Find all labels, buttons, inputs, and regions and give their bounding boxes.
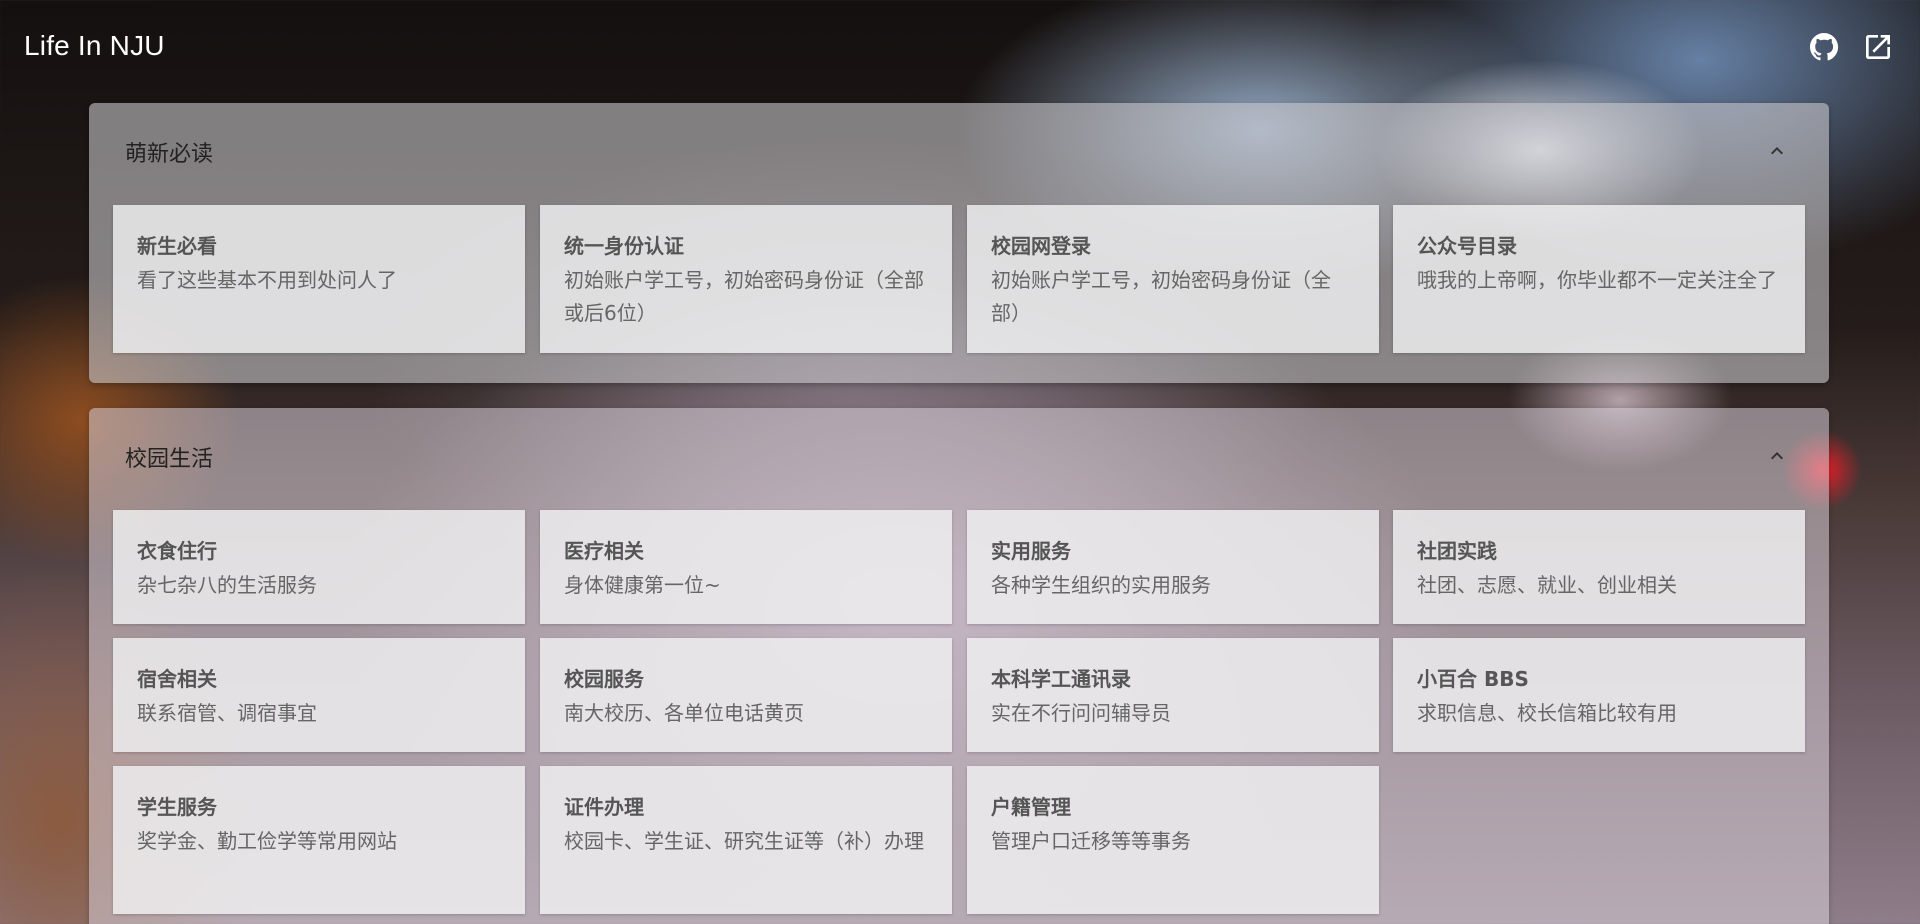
card-title: 宿舍相关 xyxy=(137,667,217,691)
card-description: 求职信息、校长信箱比较有用 xyxy=(1417,701,1677,725)
top-app-bar: Life In NJU xyxy=(0,0,1920,96)
card-description: 身体健康第一位~ xyxy=(564,573,721,597)
card-student-services[interactable]: 学生服务 奖学金、勤工俭学等常用网站 xyxy=(113,766,525,914)
card-title: 统一身份认证 xyxy=(564,234,684,258)
card-title: 小百合 BBS xyxy=(1417,667,1529,691)
card-student-affairs-directory[interactable]: 本科学工通讯录 实在不行问问辅导员 xyxy=(967,638,1379,752)
card-household-registration[interactable]: 户籍管理 管理户口迁移等等事务 xyxy=(967,766,1379,914)
card-description: 管理户口迁移等等事务 xyxy=(991,829,1191,853)
card-lily-bbs[interactable]: 小百合 BBS 求职信息、校长信箱比较有用 xyxy=(1393,638,1805,752)
card-dormitory[interactable]: 宿舍相关 联系宿管、调宿事宜 xyxy=(113,638,525,752)
external-link-icon[interactable] xyxy=(1862,31,1894,63)
card-description: 奖学金、勤工俭学等常用网站 xyxy=(137,829,397,853)
card-description: 杂七杂八的生活服务 xyxy=(137,573,317,597)
card-medical[interactable]: 医疗相关 身体健康第一位~ xyxy=(540,510,952,624)
card-title: 学生服务 xyxy=(137,795,217,819)
card-description: 实在不行问问辅导员 xyxy=(991,701,1171,725)
card-title: 校园网登录 xyxy=(991,234,1091,258)
section-title: 萌新必读 xyxy=(125,142,214,167)
card-practical-services[interactable]: 实用服务 各种学生组织的实用服务 xyxy=(967,510,1379,624)
card-official-accounts[interactable]: 公众号目录 哦我的上帝啊，你毕业都不一定关注全了 xyxy=(1393,205,1805,353)
section-panel-campus-life: 校园生活 衣食住行 杂七杂八的生活服务 医疗相关 身体健康第一位~ 实用服务 各… xyxy=(89,408,1829,924)
card-description: 初始账户学工号，初始密码身份证（全部或后6位） xyxy=(564,268,924,325)
card-id-documents[interactable]: 证件办理 校园卡、学生证、研究生证等（补）办理 xyxy=(540,766,952,914)
card-campus-services[interactable]: 校园服务 南大校历、各单位电话黄页 xyxy=(540,638,952,752)
card-description: 哦我的上帝啊，你毕业都不一定关注全了 xyxy=(1417,268,1777,292)
card-description: 初始账户学工号，初始密码身份证（全部） xyxy=(991,268,1331,325)
section-title: 校园生活 xyxy=(125,447,214,472)
section-header[interactable]: 校园生活 xyxy=(89,408,1829,504)
card-title: 校园服务 xyxy=(564,667,644,691)
card-title: 新生必看 xyxy=(137,234,217,258)
card-clubs-practice[interactable]: 社团实践 社团、志愿、就业、创业相关 xyxy=(1393,510,1805,624)
card-title: 本科学工通讯录 xyxy=(991,667,1131,691)
card-description: 联系宿管、调宿事宜 xyxy=(137,701,317,725)
chevron-up-icon[interactable] xyxy=(1765,139,1789,163)
github-icon[interactable] xyxy=(1808,31,1840,63)
card-title: 医疗相关 xyxy=(564,539,644,563)
card-title: 社团实践 xyxy=(1417,539,1497,563)
chevron-up-icon[interactable] xyxy=(1765,444,1789,468)
card-title: 公众号目录 xyxy=(1417,234,1517,258)
card-newcomer-guide[interactable]: 新生必看 看了这些基本不用到处问人了 xyxy=(113,205,525,353)
card-description: 校园卡、学生证、研究生证等（补）办理 xyxy=(564,829,924,853)
card-description: 各种学生组织的实用服务 xyxy=(991,573,1211,597)
card-unified-auth[interactable]: 统一身份认证 初始账户学工号，初始密码身份证（全部或后6位） xyxy=(540,205,952,353)
card-description: 南大校历、各单位电话黄页 xyxy=(564,701,804,725)
card-daily-life[interactable]: 衣食住行 杂七杂八的生活服务 xyxy=(113,510,525,624)
section-header[interactable]: 萌新必读 xyxy=(89,103,1829,199)
card-title: 户籍管理 xyxy=(991,795,1071,819)
app-title: Life In NJU xyxy=(24,30,165,61)
card-description: 社团、志愿、就业、创业相关 xyxy=(1417,573,1677,597)
card-title: 证件办理 xyxy=(564,795,644,819)
card-title: 实用服务 xyxy=(991,539,1071,563)
card-title: 衣食住行 xyxy=(137,539,217,563)
card-description: 看了这些基本不用到处问人了 xyxy=(137,268,397,292)
card-campus-network[interactable]: 校园网登录 初始账户学工号，初始密码身份证（全部） xyxy=(967,205,1379,353)
section-panel-newcomers: 萌新必读 新生必看 看了这些基本不用到处问人了 统一身份认证 初始账户学工号，初… xyxy=(89,103,1829,383)
